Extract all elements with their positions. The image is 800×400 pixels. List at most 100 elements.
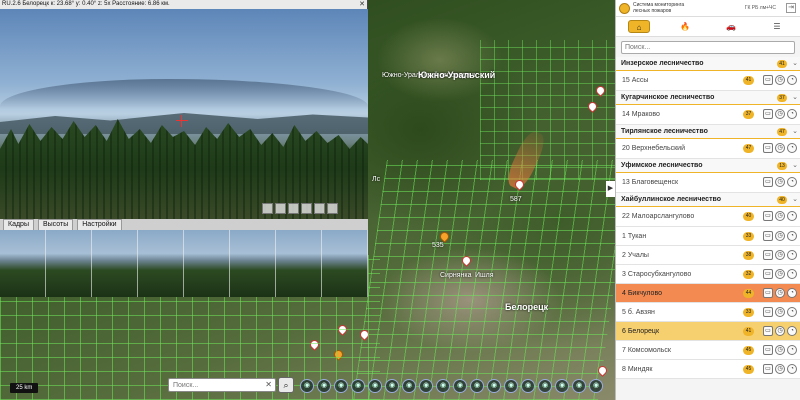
- fire-pin-icon[interactable]: [336, 323, 349, 336]
- camera-icon[interactable]: ▭: [763, 109, 773, 119]
- station-item[interactable]: 8 Миндяк 45 ▭ ◷ ◔: [616, 360, 800, 379]
- layer-tool-icon[interactable]: ◉: [317, 379, 331, 393]
- chevron-down-icon[interactable]: ⌄: [792, 125, 798, 139]
- history-icon[interactable]: ◷: [775, 288, 785, 298]
- camera-icon[interactable]: ▭: [763, 326, 773, 336]
- station-item[interactable]: 1 Тукан 33 ▭ ◷ ◔: [616, 227, 800, 246]
- user-name[interactable]: ГК РБ лм+ЧС: [745, 5, 776, 11]
- station-item[interactable]: 6 Белорецк 41 ▭ ◷ ◔: [616, 322, 800, 341]
- history-icon[interactable]: ◷: [775, 326, 785, 336]
- history-icon[interactable]: ◷: [775, 345, 785, 355]
- station-item[interactable]: 22 Малоарслангулово 40 ▭ ◷ ◔: [616, 207, 800, 227]
- camera-icon[interactable]: ▭: [763, 177, 773, 187]
- layer-tool-icon[interactable]: ◉: [402, 379, 416, 393]
- camera-pin-icon[interactable]: [332, 348, 345, 361]
- map-search-input[interactable]: [169, 379, 259, 391]
- history-icon[interactable]: ◷: [775, 231, 785, 241]
- close-icon[interactable]: ✕: [265, 380, 272, 389]
- station-item[interactable]: 2 Учалы 38 ▭ ◷ ◔: [616, 246, 800, 265]
- camera-icon[interactable]: ▭: [763, 143, 773, 153]
- layer-tool-icon[interactable]: ◉: [453, 379, 467, 393]
- chevron-down-icon[interactable]: ⌄: [792, 193, 798, 207]
- layer-tool-icon[interactable]: ◉: [470, 379, 484, 393]
- layer-tool-icon[interactable]: ◉: [385, 379, 399, 393]
- fire-pin-icon[interactable]: [308, 338, 321, 351]
- menu-icon[interactable]: ☰: [766, 20, 788, 33]
- rotate-icon[interactable]: ◔: [787, 269, 797, 279]
- rotate-icon[interactable]: ◔: [787, 364, 797, 374]
- camera-icon[interactable]: ▭: [763, 288, 773, 298]
- history-icon[interactable]: ◷: [775, 109, 785, 119]
- history-icon[interactable]: ◷: [775, 75, 785, 85]
- flame-icon[interactable]: 🔥: [674, 20, 696, 33]
- layer-tool-icon[interactable]: ◉: [538, 379, 552, 393]
- chevron-down-icon[interactable]: ⌄: [792, 159, 798, 173]
- camera-control-button[interactable]: [262, 203, 273, 214]
- station-item[interactable]: 13 Благовещенск ▭ ◷ ◔: [616, 173, 800, 193]
- station-item[interactable]: 3 Старосубхангулово 32 ▭ ◷ ◔: [616, 265, 800, 284]
- tab-heights[interactable]: Высоты: [37, 219, 74, 230]
- chevron-down-icon[interactable]: ⌄: [792, 57, 798, 71]
- forestry-header[interactable]: Инзерское лесничество 41 ⌄: [616, 57, 800, 71]
- rotate-icon[interactable]: ◔: [787, 211, 797, 221]
- history-icon[interactable]: ◷: [775, 143, 785, 153]
- forestry-header[interactable]: Тирлянское лесничество 47 ⌄: [616, 125, 800, 139]
- forestry-header[interactable]: Уфимское лесничество 13 ⌄: [616, 159, 800, 173]
- camera-control-button[interactable]: [275, 203, 286, 214]
- fire-pin-icon[interactable]: [460, 254, 473, 267]
- forestry-header[interactable]: Кугарчинское лесничество 37 ⌄: [616, 91, 800, 105]
- camera-icon[interactable]: ▭: [763, 211, 773, 221]
- camera-icon[interactable]: ▭: [763, 75, 773, 85]
- panel-search-input[interactable]: [625, 44, 775, 51]
- layer-tool-icon[interactable]: ◉: [436, 379, 450, 393]
- layer-tool-icon[interactable]: ◉: [334, 379, 348, 393]
- camera-icon[interactable]: ▭: [763, 345, 773, 355]
- station-item[interactable]: 20 Верхнебельский 47 ▭ ◷ ◔: [616, 139, 800, 159]
- history-icon[interactable]: ◷: [775, 211, 785, 221]
- station-item[interactable]: 15 Ассы 41 ▭ ◷ ◔: [616, 71, 800, 91]
- camera-panorama-strip[interactable]: [0, 230, 368, 297]
- station-item[interactable]: 14 Мраково 37 ▭ ◷ ◔: [616, 105, 800, 125]
- layer-tool-icon[interactable]: ◉: [351, 379, 365, 393]
- camera-control-button[interactable]: [314, 203, 325, 214]
- layer-tool-icon[interactable]: ◉: [368, 379, 382, 393]
- station-item[interactable]: 4 Бикчулово 44 ▭ ◷ ◔: [616, 284, 800, 303]
- camera-view[interactable]: [0, 9, 368, 219]
- camera-icon[interactable]: ▭: [763, 231, 773, 241]
- camera-control-button[interactable]: [288, 203, 299, 214]
- camera-control-button[interactable]: [301, 203, 312, 214]
- layer-tool-icon[interactable]: ◉: [300, 379, 314, 393]
- history-icon[interactable]: ◷: [775, 307, 785, 317]
- camera-control-button[interactable]: [327, 203, 338, 214]
- tab-settings[interactable]: Настройки: [77, 219, 122, 230]
- camera-icon[interactable]: ▭: [763, 250, 773, 260]
- forestry-header[interactable]: Хайбуллинское лесничество 40 ⌄: [616, 193, 800, 207]
- rotate-icon[interactable]: ◔: [787, 177, 797, 187]
- station-item[interactable]: 7 Комсомольск 45 ▭ ◷ ◔: [616, 341, 800, 360]
- station-item[interactable]: 5 б. Авзян 33 ▭ ◷ ◔: [616, 303, 800, 322]
- layer-tool-icon[interactable]: ◉: [487, 379, 501, 393]
- rotate-icon[interactable]: ◔: [787, 109, 797, 119]
- camera-icon[interactable]: ▭: [763, 307, 773, 317]
- camera-pin-icon[interactable]: [438, 230, 451, 243]
- chevron-right-icon[interactable]: ▶: [606, 181, 615, 197]
- home-icon[interactable]: ⌂: [628, 20, 650, 33]
- rotate-icon[interactable]: ◔: [787, 143, 797, 153]
- camera-icon[interactable]: ▭: [763, 269, 773, 279]
- layer-tool-icon[interactable]: ◉: [419, 379, 433, 393]
- history-icon[interactable]: ◷: [775, 177, 785, 187]
- camera-title-bar[interactable]: RU.2.6 Белорецк к: 23.68° у: 0.40° z: 5x…: [0, 0, 367, 9]
- fire-pin-icon[interactable]: [358, 328, 371, 341]
- rotate-icon[interactable]: ◔: [787, 288, 797, 298]
- fire-pin-icon[interactable]: [596, 364, 609, 377]
- rotate-icon[interactable]: ◔: [787, 345, 797, 355]
- exit-icon[interactable]: ⇥: [786, 3, 796, 13]
- layer-tool-icon[interactable]: ◉: [521, 379, 535, 393]
- layer-tool-icon[interactable]: ◉: [555, 379, 569, 393]
- rotate-icon[interactable]: ◔: [787, 250, 797, 260]
- close-icon[interactable]: ✕: [359, 0, 365, 9]
- layer-tool-icon[interactable]: ◉: [504, 379, 518, 393]
- history-icon[interactable]: ◷: [775, 250, 785, 260]
- search-icon[interactable]: ⌕: [278, 377, 294, 393]
- history-icon[interactable]: ◷: [775, 269, 785, 279]
